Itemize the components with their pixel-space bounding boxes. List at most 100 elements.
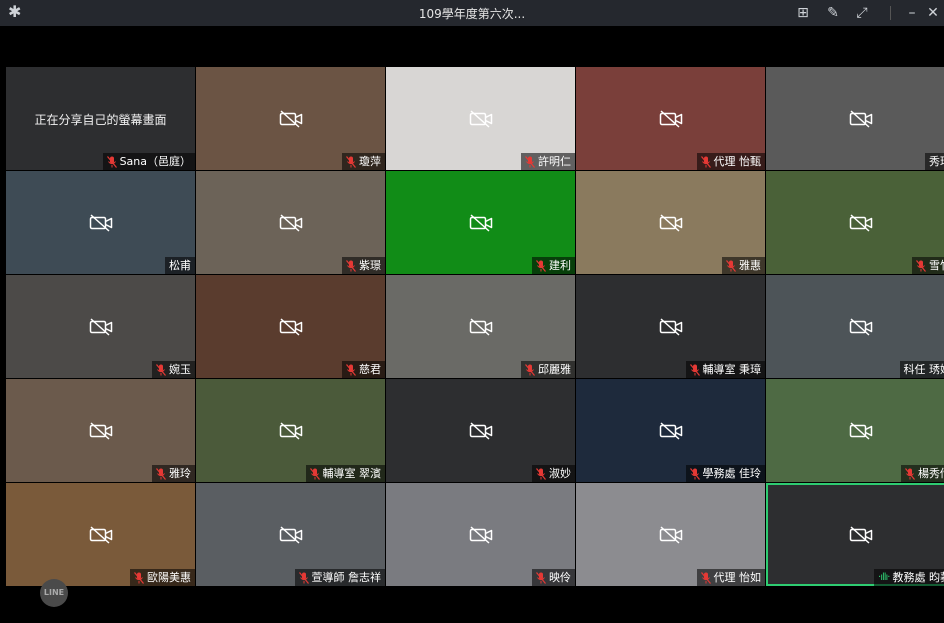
camera-off-icon bbox=[469, 109, 493, 128]
participant-tile[interactable]: 瓊萍 bbox=[196, 67, 385, 170]
mic-muted-icon bbox=[298, 571, 309, 584]
participant-name: 教務處 昀蓁 bbox=[892, 571, 944, 584]
grid-layout-icon[interactable]: ⊞ bbox=[792, 2, 814, 24]
participant-nametag: 學務處 佳玲 bbox=[685, 465, 765, 482]
camera-off-icon bbox=[279, 525, 303, 544]
mic-muted-icon bbox=[536, 571, 546, 584]
participant-tile[interactable]: 輔導室 秉璋 bbox=[576, 275, 765, 378]
participant-nametag: 瓊萍 bbox=[342, 153, 385, 170]
camera-off-icon bbox=[89, 213, 113, 232]
participant-name: Sana（邑庭） bbox=[119, 155, 191, 168]
participant-name: 松甫 bbox=[169, 259, 191, 272]
participant-nametag: 科任 琇婷 bbox=[899, 361, 944, 378]
minimize-icon[interactable]: – bbox=[901, 2, 923, 24]
participant-name: 輔導室 翠濱 bbox=[322, 467, 382, 480]
camera-off-icon bbox=[469, 213, 493, 232]
participant-nametag: 紫璟 bbox=[342, 257, 385, 274]
pin-icon[interactable]: ✎ bbox=[822, 2, 844, 24]
mic-muted-icon bbox=[536, 259, 546, 272]
participant-tile[interactable]: 雅惠 bbox=[576, 171, 765, 274]
camera-off-icon bbox=[659, 421, 683, 440]
fullscreen-icon[interactable]: ⤢ bbox=[851, 2, 873, 24]
mic-muted-icon bbox=[346, 259, 356, 272]
camera-off-icon bbox=[849, 109, 873, 128]
participant-name: 婉玉 bbox=[169, 363, 191, 376]
participant-nametag: 雪竹 bbox=[912, 257, 944, 274]
participant-nametag: 邱麗雅 bbox=[521, 361, 575, 378]
mic-muted-icon bbox=[106, 155, 117, 168]
participant-tile[interactable]: 映伶 bbox=[386, 483, 575, 586]
participant-name: 許明仁 bbox=[538, 155, 571, 168]
participant-tile[interactable]: 輔導室 翠濱 bbox=[196, 379, 385, 482]
camera-off-icon bbox=[279, 421, 303, 440]
participant-tile[interactable]: 代理 怡甄 bbox=[576, 67, 765, 170]
camera-off-icon bbox=[849, 421, 873, 440]
participant-grid: 正在分享自己的螢幕畫面 Sana（邑庭） 瓊萍 許明仁 代理 怡甄 秀玲松甫 紫璟 建利 雅惠 雪… bbox=[6, 67, 944, 586]
title-bar: ✱ 109學年度第六次... ⊞ ✎ ⤢ – ✕ bbox=[0, 0, 944, 26]
camera-off-icon bbox=[849, 213, 873, 232]
participant-name: 建利 bbox=[549, 259, 571, 272]
participant-tile[interactable]: 淑妙 bbox=[386, 379, 575, 482]
participant-name: 邱麗雅 bbox=[538, 363, 571, 376]
participant-nametag: ·ıllı·教務處 昀蓁 bbox=[874, 569, 944, 586]
mic-muted-icon bbox=[525, 155, 535, 168]
mic-muted-icon bbox=[346, 155, 356, 168]
participant-name: 歐陽美惠 bbox=[147, 571, 191, 584]
participant-tile[interactable]: 建利 bbox=[386, 171, 575, 274]
participant-nametag: 雅玲 bbox=[152, 465, 195, 482]
participant-name: 雪竹 bbox=[929, 259, 944, 272]
camera-off-icon bbox=[849, 525, 873, 544]
camera-off-icon bbox=[279, 317, 303, 336]
participant-tile[interactable]: 雅玲 bbox=[6, 379, 195, 482]
mic-muted-icon bbox=[689, 467, 700, 480]
participant-nametag: 雅惠 bbox=[722, 257, 765, 274]
line-logo: LINE bbox=[40, 579, 68, 607]
participant-tile[interactable]: 正在分享自己的螢幕畫面 Sana（邑庭） bbox=[6, 67, 195, 170]
participant-nametag: 歐陽美惠 bbox=[130, 569, 195, 586]
participant-tile[interactable]: 代理 怡如 bbox=[576, 483, 765, 586]
participant-name: 學務處 佳玲 bbox=[702, 467, 762, 480]
participant-tile[interactable]: 許明仁 bbox=[386, 67, 575, 170]
close-icon[interactable]: ✕ bbox=[922, 2, 944, 24]
participant-tile[interactable]: 慈君 bbox=[196, 275, 385, 378]
camera-off-icon bbox=[279, 109, 303, 128]
participant-name: 瓊萍 bbox=[359, 155, 381, 168]
participant-tile[interactable]: 萱導師 詹志祥 bbox=[196, 483, 385, 586]
participant-tile[interactable]: ·ıllı·教務處 昀蓁 bbox=[766, 483, 944, 586]
participant-nametag: 婉玉 bbox=[152, 361, 195, 378]
mic-muted-icon bbox=[156, 363, 166, 376]
participant-tile[interactable]: 紫璟 bbox=[196, 171, 385, 274]
participant-tile[interactable]: 邱麗雅 bbox=[386, 275, 575, 378]
camera-off-icon bbox=[279, 213, 303, 232]
mic-muted-icon bbox=[726, 259, 736, 272]
camera-off-icon bbox=[469, 525, 493, 544]
camera-off-icon bbox=[659, 109, 683, 128]
mic-muted-icon bbox=[134, 571, 144, 584]
participant-nametag: 松甫 bbox=[165, 257, 195, 274]
participant-name: 紫璟 bbox=[359, 259, 381, 272]
participant-tile[interactable]: 科任 琇婷 bbox=[766, 275, 944, 378]
gear-icon[interactable]: ✱ bbox=[8, 3, 26, 21]
participant-nametag: 輔導室 翠濱 bbox=[305, 465, 385, 482]
participant-tile[interactable]: 楊秀倩 bbox=[766, 379, 944, 482]
participant-tile[interactable]: 松甫 bbox=[6, 171, 195, 274]
participant-nametag: 淑妙 bbox=[532, 465, 575, 482]
participant-tile[interactable]: 學務處 佳玲 bbox=[576, 379, 765, 482]
participant-tile[interactable]: 歐陽美惠 bbox=[6, 483, 195, 586]
mic-muted-icon bbox=[525, 363, 535, 376]
screen-share-status: 正在分享自己的螢幕畫面 bbox=[34, 113, 167, 127]
participant-nametag: 秀玲 bbox=[925, 153, 944, 170]
participant-tile[interactable]: 雪竹 bbox=[766, 171, 944, 274]
camera-off-icon bbox=[849, 317, 873, 336]
participant-name: 輔導室 秉璋 bbox=[702, 363, 762, 376]
mic-muted-icon bbox=[916, 259, 926, 272]
mic-muted-icon bbox=[700, 155, 711, 168]
participant-tile[interactable]: 秀玲 bbox=[766, 67, 944, 170]
mic-muted-icon bbox=[346, 363, 356, 376]
participant-nametag: 慈君 bbox=[342, 361, 385, 378]
participant-name: 秀玲 bbox=[929, 155, 944, 168]
participant-nametag: 映伶 bbox=[532, 569, 575, 586]
participant-name: 雅玲 bbox=[169, 467, 191, 480]
participant-tile[interactable]: 婉玉 bbox=[6, 275, 195, 378]
camera-off-icon bbox=[89, 421, 113, 440]
